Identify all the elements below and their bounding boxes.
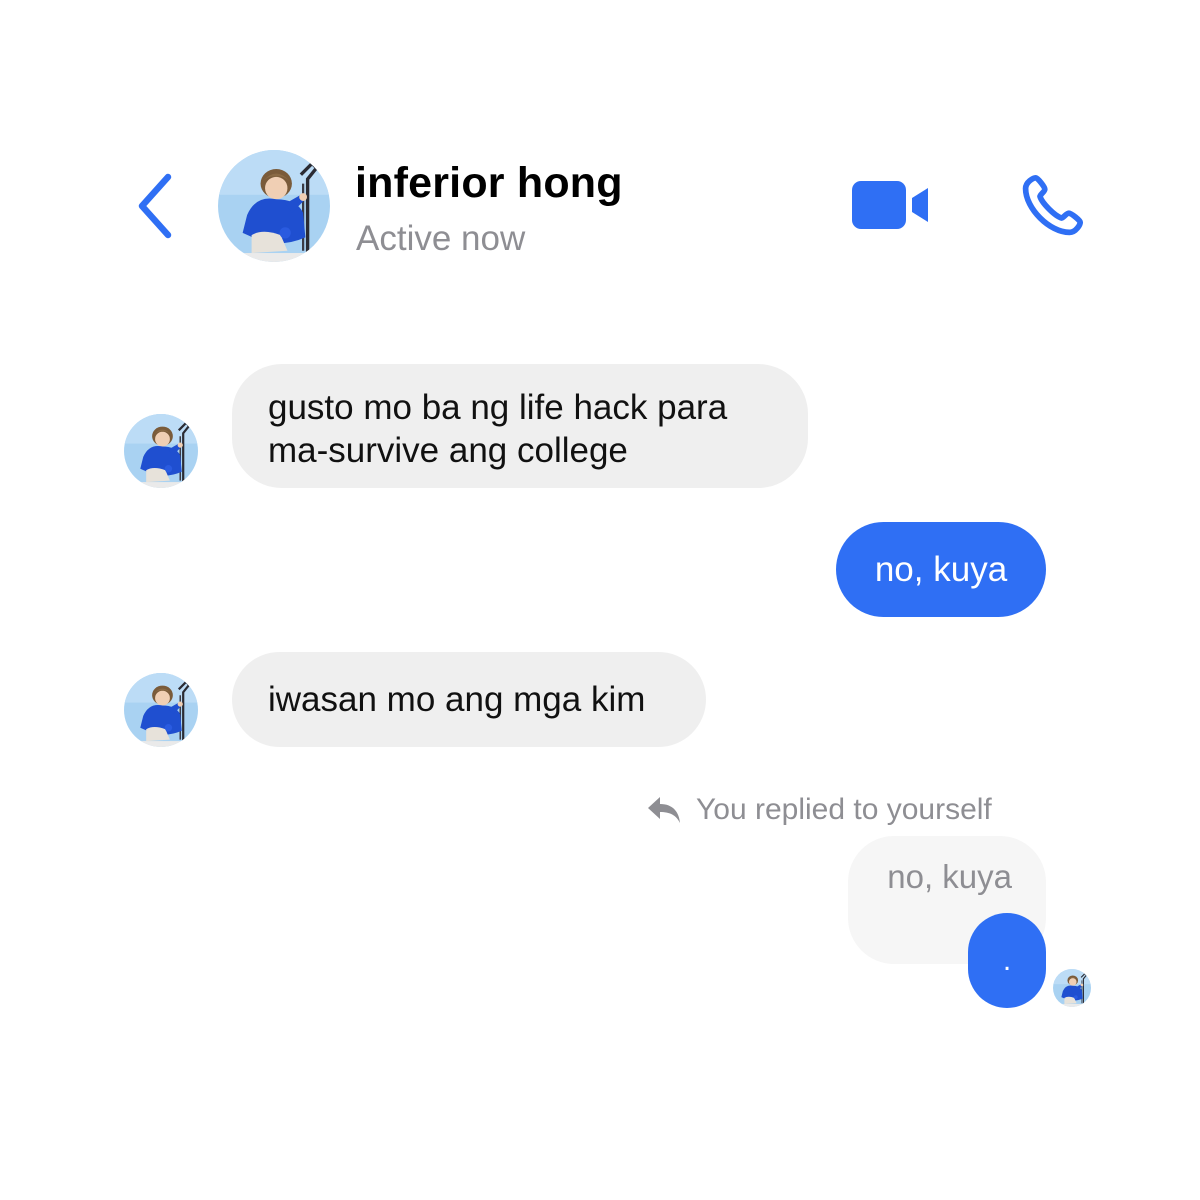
- message-text: iwasan mo ang mga kim: [268, 680, 646, 719]
- back-button[interactable]: [128, 168, 180, 244]
- contact-avatar[interactable]: [218, 150, 330, 262]
- message-text-line: gusto mo ba ng life hack para: [268, 388, 728, 427]
- outgoing-message-bubble[interactable]: .: [968, 913, 1046, 1008]
- phone-icon: [1022, 174, 1084, 236]
- reply-indicator-text: You replied to yourself: [696, 793, 992, 826]
- contact-avatar-small[interactable]: [124, 414, 198, 488]
- message-text: .: [1002, 943, 1012, 977]
- reply-arrow-icon: [648, 797, 680, 823]
- incoming-message-bubble[interactable]: iwasan mo ang mga kim: [232, 652, 706, 747]
- message-text: no, kuya: [874, 549, 1008, 589]
- contact-name[interactable]: inferior hong: [355, 154, 623, 212]
- quoted-message-text: no, kuya: [887, 858, 1012, 895]
- incoming-message-bubble[interactable]: gusto mo ba ng life hack para ma-survive…: [232, 364, 808, 488]
- reply-indicator: You replied to yourself: [646, 788, 992, 832]
- voice-call-button[interactable]: [1012, 166, 1092, 246]
- presence-status: Active now: [356, 219, 526, 258]
- outgoing-message-bubble[interactable]: no, kuya: [836, 522, 1046, 617]
- video-camera-icon: [852, 181, 928, 229]
- contact-avatar-small[interactable]: [124, 673, 198, 747]
- message-text-line: ma-survive ang college: [268, 431, 628, 470]
- chevron-left-icon: [138, 173, 172, 239]
- read-receipt-avatar: [1053, 969, 1091, 1007]
- video-call-button[interactable]: [846, 174, 934, 236]
